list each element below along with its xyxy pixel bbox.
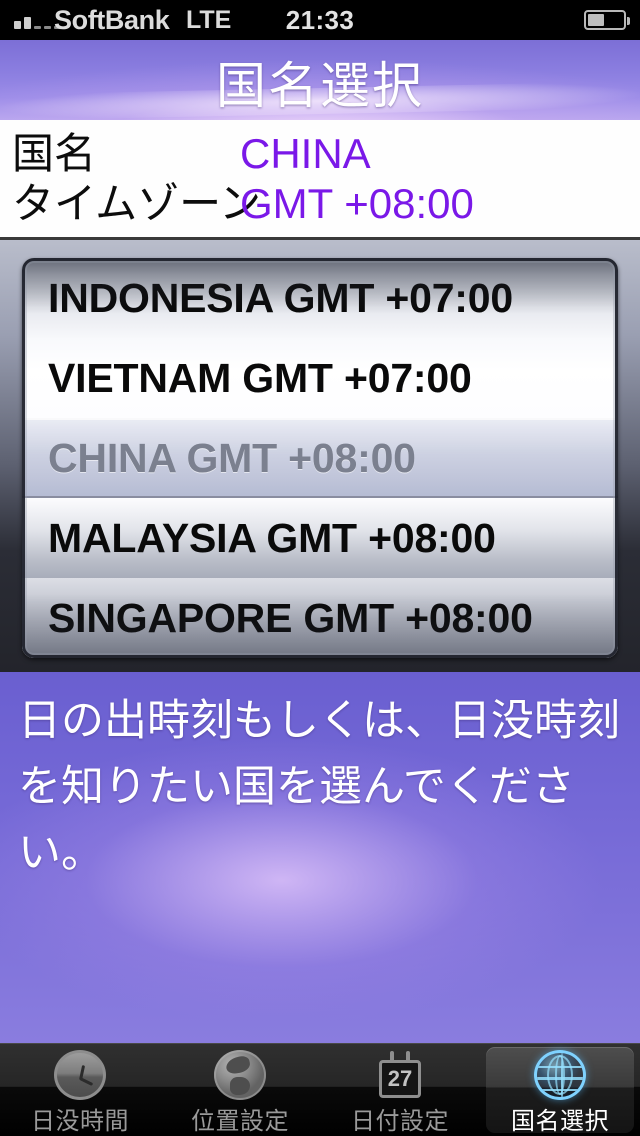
instruction-text: 日の出時刻もしくは、日没時刻を知りたい国を選んでください。 (18, 697, 620, 877)
selection-info-panel: 国名 CHINA タイムゾーン GMT +08:00 (0, 120, 640, 240)
country-picker[interactable]: INDONESIA GMT +07:00 VIETNAM GMT +07:00 … (22, 258, 618, 658)
content-area: 日の出時刻もしくは、日没時刻を知りたい国を選んでください。 (0, 672, 640, 1044)
tab-label: 位置設定 (191, 1108, 289, 1135)
picker-row[interactable]: VIETNAM GMT +07:00 (22, 338, 618, 418)
tab-label: 日没時間 (31, 1108, 129, 1135)
tab-bar: 日没時間 位置設定 27 日付設定 国名選択 (0, 1043, 640, 1136)
country-label: 国名 (12, 130, 97, 177)
country-row: 国名 CHINA (0, 128, 640, 180)
picker-container: INDONESIA GMT +07:00 VIETNAM GMT +07:00 … (0, 240, 640, 672)
picker-row[interactable]: SINGAPORE GMT +08:00 (22, 578, 618, 658)
page-title: 国名選択 (216, 58, 424, 114)
country-value: CHINA (240, 130, 371, 177)
tab-location-settings[interactable]: 位置設定 (160, 1044, 320, 1136)
timezone-value: GMT +08:00 (240, 180, 474, 227)
calendar-icon: 27 (374, 1050, 426, 1100)
tab-label: 国名選択 (511, 1108, 609, 1135)
tab-date-settings[interactable]: 27 日付設定 (320, 1044, 480, 1136)
app-screen: SoftBank LTE 21:33 国名選択 国名 CHINA タイムゾーン … (0, 0, 640, 1136)
timezone-label: タイムゾーン (12, 180, 262, 227)
wireframe-globe-icon (534, 1050, 586, 1100)
tab-country-selection[interactable]: 国名選択 (480, 1044, 640, 1136)
picker-row[interactable]: INDONESIA GMT +07:00 (22, 258, 618, 338)
tab-label: 日付設定 (351, 1108, 449, 1135)
status-time: 21:33 (285, 5, 355, 35)
battery-icon (584, 10, 630, 30)
globe-icon (214, 1050, 266, 1100)
timezone-row: タイムゾーン GMT +08:00 (0, 178, 640, 230)
tab-sunset-time[interactable]: 日没時間 (0, 1044, 160, 1136)
status-bar: SoftBank LTE 21:33 (0, 0, 640, 40)
nav-bar: 国名選択 (0, 40, 640, 120)
calendar-day-number: 27 (387, 1066, 413, 1091)
clock-icon (54, 1050, 106, 1100)
picker-selected-row[interactable]: CHINA GMT +08:00 (22, 418, 618, 498)
picker-row[interactable]: MALAYSIA GMT +08:00 (22, 498, 618, 578)
